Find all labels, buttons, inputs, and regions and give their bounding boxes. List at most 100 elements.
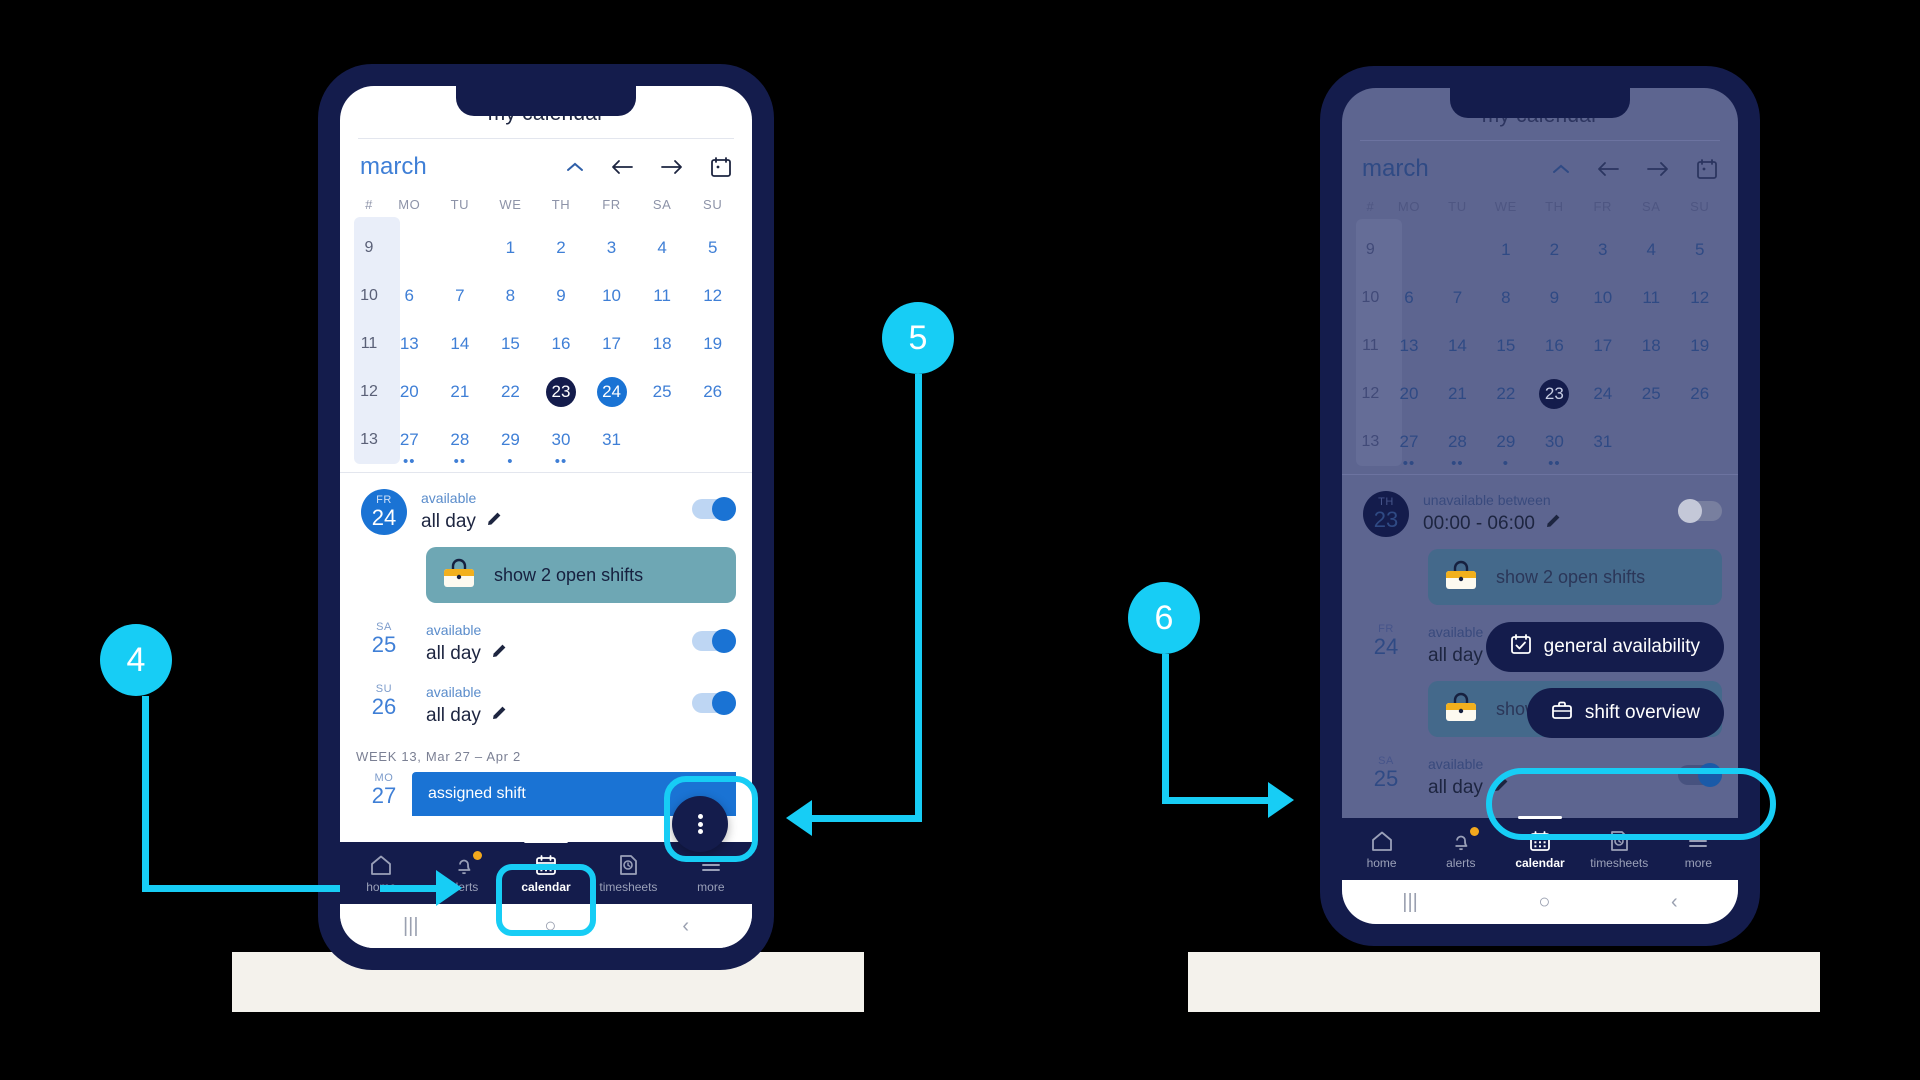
calendar-day-cell[interactable]: 26 xyxy=(687,368,738,416)
calendar-day-cell[interactable]: 1 xyxy=(485,224,536,272)
calendar-day-cell[interactable]: 22 xyxy=(1482,370,1530,418)
calendar-day-cell[interactable]: 6 xyxy=(1385,274,1433,322)
calendar-day-cell[interactable]: 4 xyxy=(637,224,688,272)
calendar-day-cell[interactable]: 15 xyxy=(1482,322,1530,370)
calendar-day-cell[interactable]: 16 xyxy=(536,320,587,368)
calendar-day-cell[interactable]: 31 xyxy=(586,416,637,464)
availability-row[interactable]: TH 23 unavailable between 00:00 - 06:00 xyxy=(1342,477,1738,539)
calendar-day-cell[interactable]: 15 xyxy=(485,320,536,368)
day-number: 16 xyxy=(1544,336,1564,355)
speed-dial-general-availability[interactable]: general availability xyxy=(1485,622,1724,672)
nav-item-timesheets[interactable]: timesheets xyxy=(587,853,669,894)
calendar-day-cell[interactable]: 18 xyxy=(637,320,688,368)
calendar-day-cell[interactable]: 11 xyxy=(1627,274,1675,322)
calendar-day-cell[interactable]: 30 •• xyxy=(1530,418,1578,471)
nav-item-home[interactable]: home xyxy=(1342,829,1421,870)
back-icon[interactable]: ‹ xyxy=(1671,891,1678,914)
arrow-right-icon[interactable] xyxy=(660,158,684,176)
chevron-up-icon[interactable] xyxy=(566,161,584,173)
calendar-day-cell[interactable]: 3 xyxy=(1579,226,1627,274)
calendar-day-cell[interactable]: 10 xyxy=(1579,274,1627,322)
calendar-day-cell[interactable]: 25 xyxy=(1627,370,1675,418)
edit-pencil-icon[interactable] xyxy=(486,508,502,535)
calendar-day-cell[interactable]: 16 xyxy=(1530,322,1578,370)
calendar-day-cell[interactable]: 29 • xyxy=(485,416,536,469)
arrow-left-icon[interactable] xyxy=(1596,160,1620,178)
calendar-day-cell[interactable]: 9 xyxy=(1530,274,1578,322)
open-shifts-bar[interactable]: show 2 open shifts xyxy=(1428,549,1722,605)
availability-row[interactable]: FR 24 available all day xyxy=(340,475,752,537)
calendar-day-cell[interactable]: 17 xyxy=(586,320,637,368)
calendar-day-cell[interactable]: 21 xyxy=(1433,370,1481,418)
calendar-day-cell[interactable]: 1 xyxy=(1482,226,1530,274)
calendar-day-cell[interactable]: 17 xyxy=(1579,322,1627,370)
availability-toggle[interactable] xyxy=(692,691,736,715)
calendar-day-cell[interactable]: 23 xyxy=(1530,370,1578,418)
calendar-day-cell[interactable]: 5 xyxy=(1675,226,1724,274)
calendar-day-cell[interactable]: 26 xyxy=(1675,370,1724,418)
calendar-day-cell[interactable]: 24 xyxy=(586,368,637,416)
calendar-day-cell[interactable]: 7 xyxy=(435,272,486,320)
calendar-day-cell[interactable]: 18 xyxy=(1627,322,1675,370)
back-icon[interactable]: ‹ xyxy=(682,915,689,938)
edit-pencil-icon[interactable] xyxy=(1545,510,1561,537)
calendar-day-cell[interactable]: 10 xyxy=(586,272,637,320)
calendar-day-cell[interactable]: 14 xyxy=(1433,322,1481,370)
calendar-today-icon[interactable] xyxy=(710,156,732,178)
speed-dial-shift-overview[interactable]: shift overview xyxy=(1526,688,1724,738)
calendar-day-cell[interactable]: 4 xyxy=(1627,226,1675,274)
recents-icon[interactable]: ||| xyxy=(1402,891,1418,914)
arrow-right-icon[interactable] xyxy=(1646,160,1670,178)
calendar-day-cell[interactable]: 19 xyxy=(1675,322,1724,370)
availability-row[interactable]: SU 26 available all day xyxy=(340,669,752,731)
calendar-day-cell[interactable]: 6 xyxy=(384,272,435,320)
calendar-day-cell[interactable]: 21 xyxy=(435,368,486,416)
calendar-day-cell[interactable]: 7 xyxy=(1433,274,1481,322)
calendar-day-cell[interactable]: 28 •• xyxy=(435,416,486,469)
calendar-day-cell[interactable]: 5 xyxy=(687,224,738,272)
edit-pencil-icon[interactable] xyxy=(491,640,507,667)
calendar-day-cell[interactable]: 13 xyxy=(384,320,435,368)
calendar-today-icon[interactable] xyxy=(1696,158,1718,180)
calendar-day-cell[interactable]: 13 xyxy=(1385,322,1433,370)
system-nav-phone2[interactable]: ||| ○ ‹ xyxy=(1342,880,1738,924)
calendar-day-cell[interactable]: 2 xyxy=(1530,226,1578,274)
chevron-up-icon[interactable] xyxy=(1552,163,1570,175)
calendar-grid-phone2[interactable]: # MO TU WE TH FR SA SU 9 1 2 3 4 5 10 6 7 8 9 10 11 12 11 13 14 1… xyxy=(1342,191,1738,474)
calendar-day-cell[interactable]: 20 xyxy=(1385,370,1433,418)
calendar-day-cell[interactable]: 8 xyxy=(485,272,536,320)
nav-item-alerts[interactable]: alerts xyxy=(1421,826,1500,870)
arrow-left-icon[interactable] xyxy=(610,158,634,176)
calendar-day-cell[interactable]: 27 •• xyxy=(384,416,435,469)
calendar-day-cell[interactable]: 12 xyxy=(1675,274,1724,322)
week-number: 10 xyxy=(1361,289,1380,306)
calendar-day-cell[interactable]: 14 xyxy=(435,320,486,368)
calendar-day-cell[interactable]: 20 xyxy=(384,368,435,416)
calendar-day-cell[interactable]: 27 •• xyxy=(1385,418,1433,471)
calendar-day-cell[interactable]: 30 •• xyxy=(536,416,587,469)
calendar-day-cell[interactable]: 8 xyxy=(1482,274,1530,322)
availability-toggle[interactable] xyxy=(1678,499,1722,523)
open-shifts-bar[interactable]: show 2 open shifts xyxy=(426,547,736,603)
calendar-day-cell[interactable]: 22 xyxy=(485,368,536,416)
calendar-day-cell[interactable]: 9 xyxy=(536,272,587,320)
edit-pencil-icon[interactable] xyxy=(491,702,507,729)
calendar-day-cell[interactable]: 25 xyxy=(637,368,688,416)
availability-row[interactable]: SA 25 available all day xyxy=(340,607,752,669)
availability-toggle[interactable] xyxy=(692,497,736,521)
home-icon-system[interactable]: ○ xyxy=(1538,891,1550,914)
calendar-day-cell[interactable]: 31 xyxy=(1579,418,1627,466)
calendar-day-cell[interactable]: 29 • xyxy=(1482,418,1530,471)
calendar-day-cell[interactable]: 2 xyxy=(536,224,587,272)
recents-icon[interactable]: ||| xyxy=(403,915,419,938)
calendar-day-cell[interactable]: 11 xyxy=(637,272,688,320)
calendar-day-cell[interactable]: 12 xyxy=(687,272,738,320)
callout-6-arrowhead xyxy=(1268,782,1294,818)
availability-toggle[interactable] xyxy=(692,629,736,653)
calendar-day-cell[interactable]: 19 xyxy=(687,320,738,368)
calendar-day-cell[interactable]: 24 xyxy=(1579,370,1627,418)
calendar-day-cell[interactable]: 23 xyxy=(536,368,587,416)
calendar-day-cell[interactable]: 28 •• xyxy=(1433,418,1481,471)
calendar-day-cell[interactable]: 3 xyxy=(586,224,637,272)
calendar-grid-phone1[interactable]: # MO TU WE TH FR SA SU 9 1 2 3 4 5 10 6 7 8 9 10 11 12 11 13 14 1… xyxy=(340,189,752,472)
